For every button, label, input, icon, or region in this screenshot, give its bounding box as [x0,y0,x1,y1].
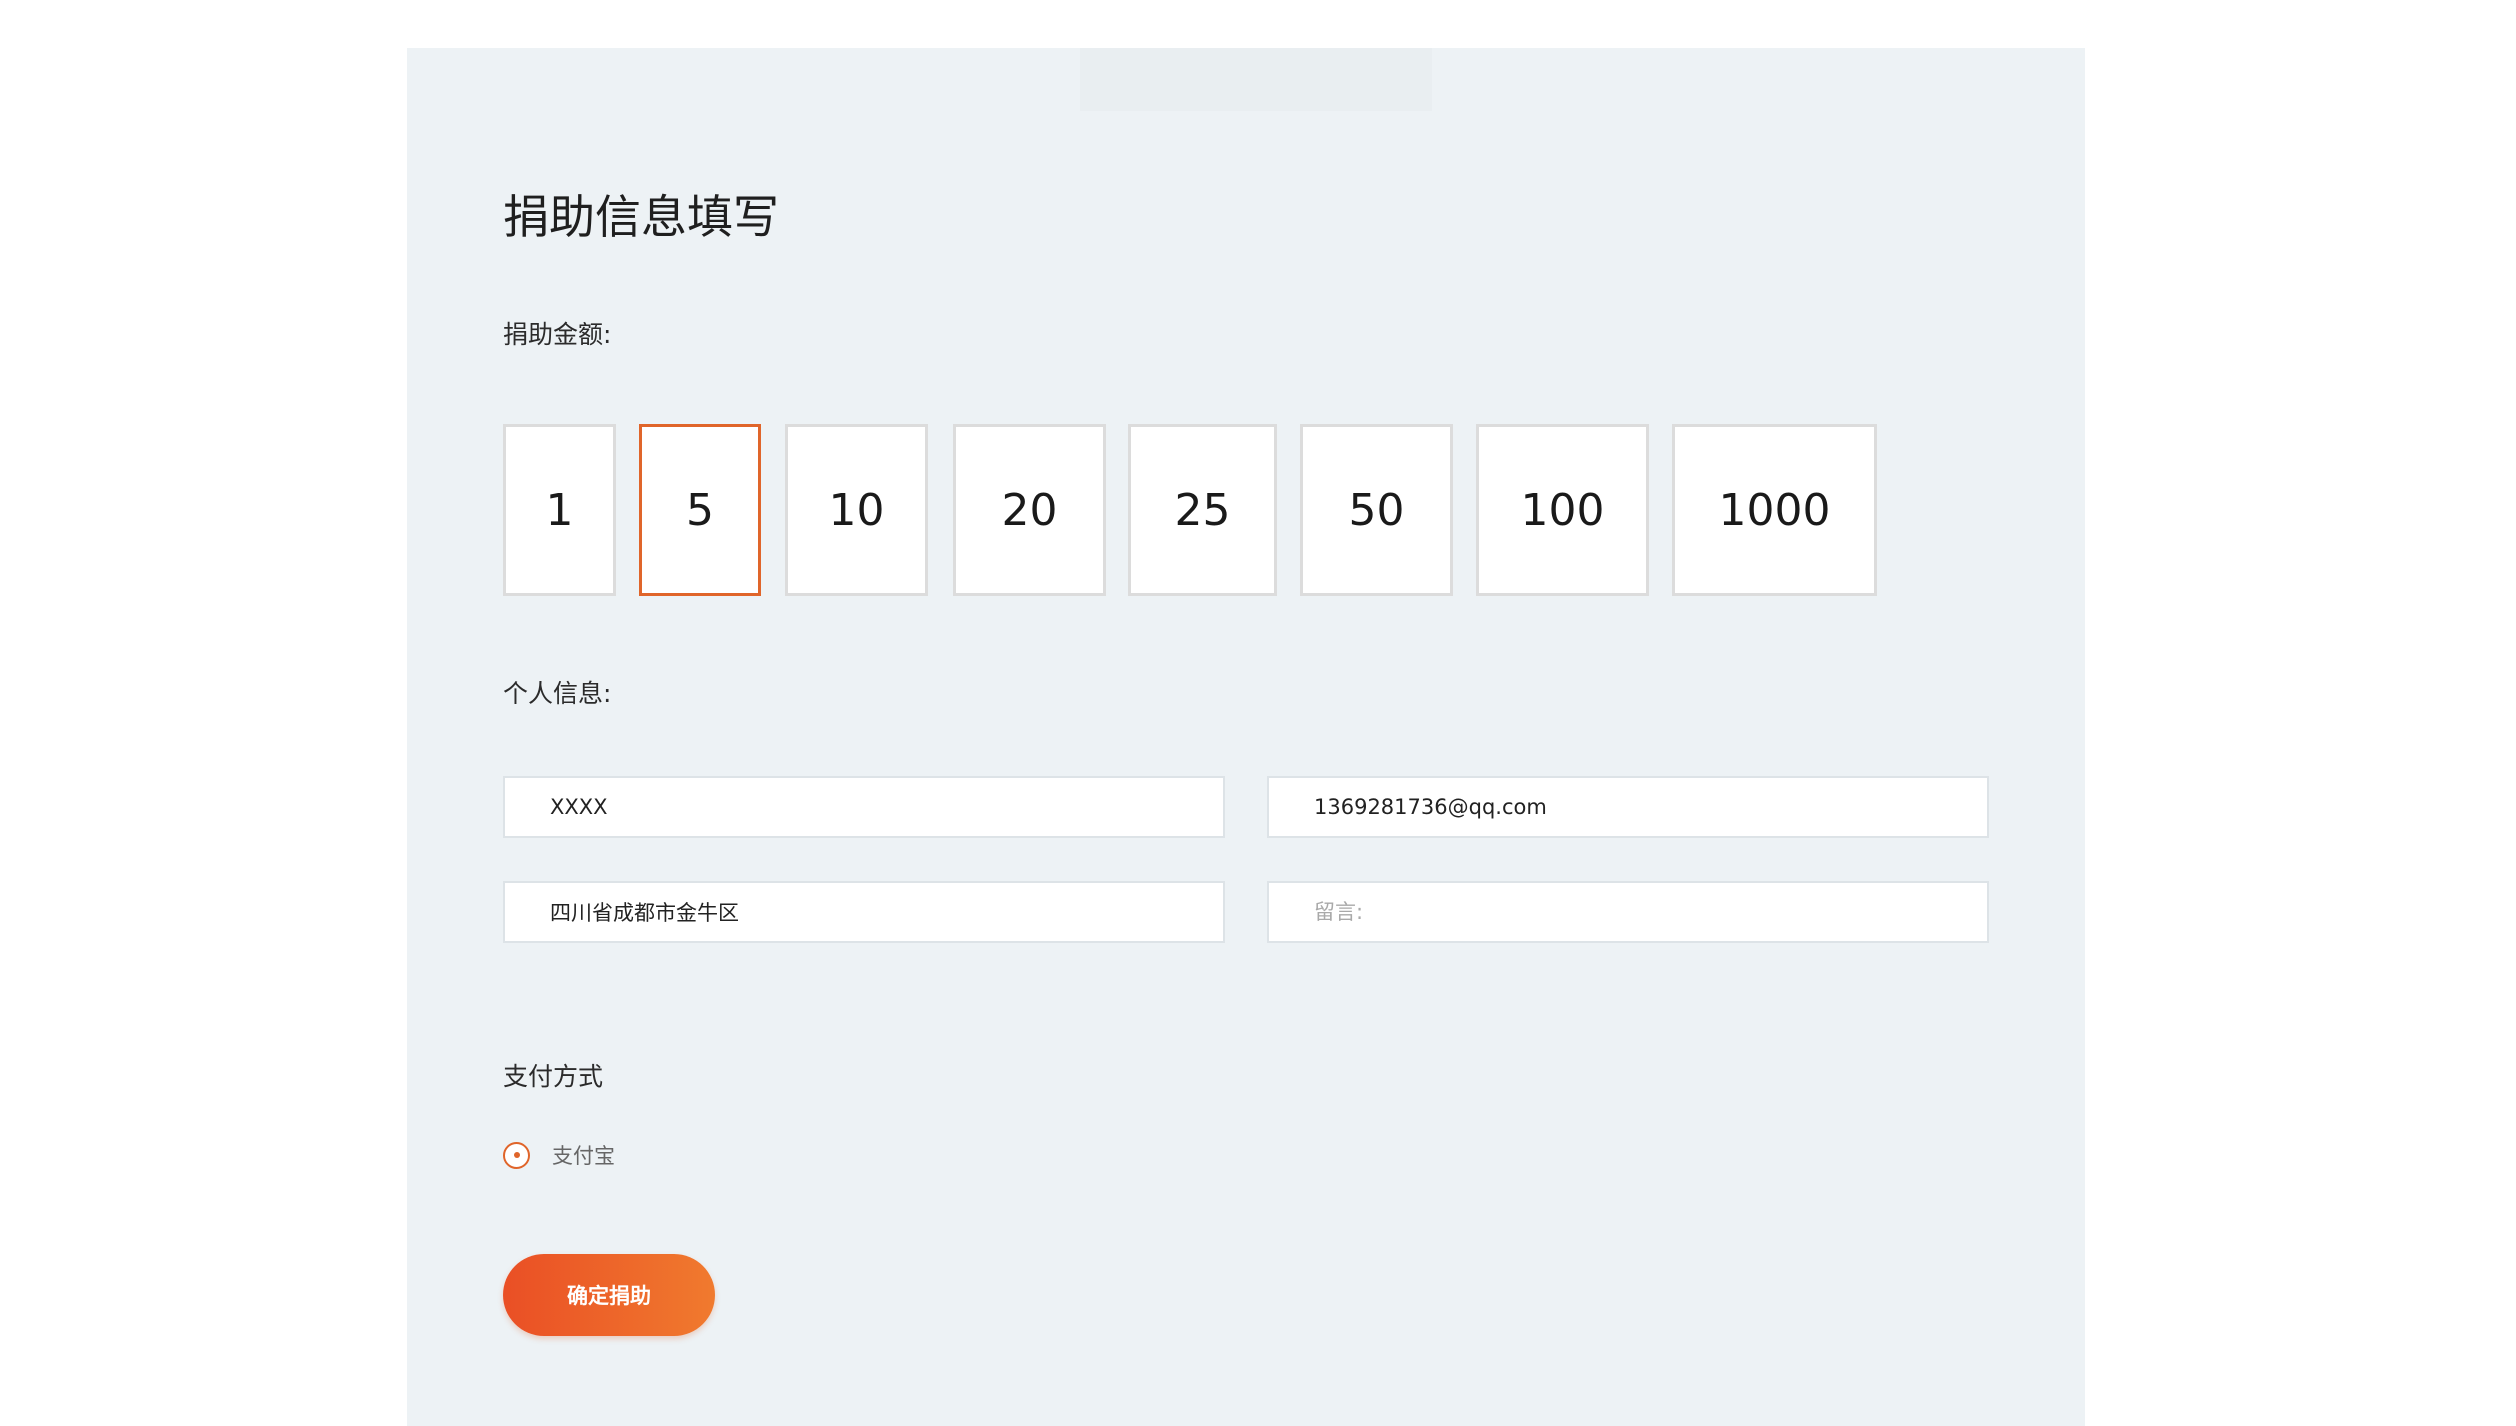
donation-form-panel: 捐助信息填写 捐助金额: 1 5 10 20 25 50 100 1000 个人… [407,48,2085,1426]
payment-option-alipay[interactable]: 支付宝 [503,1140,615,1170]
amount-option-1000[interactable]: 1000 [1672,424,1877,596]
address-field[interactable] [503,881,1225,943]
payment-option-label: 支付宝 [552,1144,615,1168]
amount-option-5[interactable]: 5 [639,424,761,596]
amount-option-10[interactable]: 10 [785,424,928,596]
amount-option-20[interactable]: 20 [953,424,1106,596]
email-field[interactable] [1267,776,1989,838]
page: 捐助信息填写 捐助金额: 1 5 10 20 25 50 100 1000 个人… [0,0,2516,1426]
personal-info-label: 个人信息: [503,679,612,708]
message-field[interactable] [1267,881,1989,943]
amount-label: 捐助金额: [503,320,612,349]
radio-dot [513,1152,520,1158]
amount-option-25[interactable]: 25 [1128,424,1277,596]
confirm-donation-button[interactable]: 确定捐助 [503,1254,715,1336]
amount-option-100[interactable]: 100 [1476,424,1649,596]
amount-option-50[interactable]: 50 [1300,424,1453,596]
faded-header-bar [1080,48,1432,111]
amount-option-1[interactable]: 1 [503,424,616,596]
form-title: 捐助信息填写 [503,190,779,244]
radio-selected-icon[interactable] [503,1141,530,1169]
payment-method-label: 支付方式 [503,1062,604,1091]
name-field[interactable] [503,776,1225,838]
